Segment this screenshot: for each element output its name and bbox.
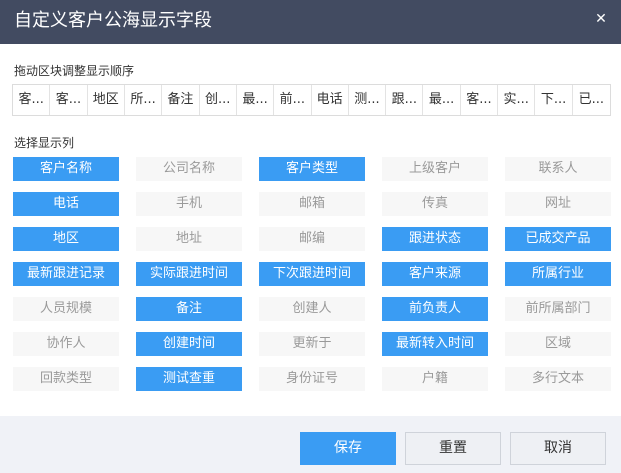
field-toggle[interactable]: 最新跟进记录 xyxy=(13,262,119,286)
order-item[interactable]: 最... xyxy=(423,85,461,115)
field-toggle[interactable]: 人员规模 xyxy=(13,297,119,321)
order-item[interactable]: 所... xyxy=(125,85,163,115)
field-toggle[interactable]: 公司名称 xyxy=(136,157,242,181)
field-toggle[interactable]: 已成交产品 xyxy=(505,227,611,251)
order-item[interactable]: 创... xyxy=(200,85,237,115)
field-toggle[interactable]: 网址 xyxy=(505,192,611,216)
field-toggle[interactable]: 手机 xyxy=(136,192,242,216)
field-toggle[interactable]: 最新转入时间 xyxy=(382,332,488,356)
field-toggle[interactable]: 测试查重 xyxy=(136,367,242,391)
field-toggle[interactable]: 跟进状态 xyxy=(382,227,488,251)
fields-section-label: 选择显示列 xyxy=(14,136,75,150)
order-item[interactable]: 客... xyxy=(461,85,499,115)
field-toggle[interactable]: 回款类型 xyxy=(13,367,119,391)
dialog-title: 自定义客户公海显示字段 xyxy=(14,10,212,31)
order-item[interactable]: 已... xyxy=(573,85,610,115)
order-item[interactable]: 实... xyxy=(498,85,536,115)
field-toggle[interactable]: 联系人 xyxy=(505,157,611,181)
field-toggle[interactable]: 地区 xyxy=(13,227,119,251)
field-toggle[interactable]: 客户类型 xyxy=(259,157,365,181)
field-toggle[interactable]: 多行文本 xyxy=(505,367,611,391)
field-toggle[interactable]: 下次跟进时间 xyxy=(259,262,365,286)
field-toggle[interactable]: 客户来源 xyxy=(382,262,488,286)
order-item[interactable]: 测... xyxy=(349,85,387,115)
field-toggle[interactable]: 上级客户 xyxy=(382,157,488,181)
field-toggle[interactable]: 创建时间 xyxy=(136,332,242,356)
order-item[interactable]: 备注 xyxy=(162,85,200,115)
order-item[interactable]: 跟... xyxy=(386,85,424,115)
order-item[interactable]: 最... xyxy=(237,85,275,115)
field-toggle[interactable]: 户籍 xyxy=(382,367,488,391)
order-item[interactable]: 客... xyxy=(50,85,88,115)
dialog-titlebar: 自定义客户公海显示字段 ✕ xyxy=(0,0,621,44)
field-toggle[interactable]: 协作人 xyxy=(13,332,119,356)
order-item[interactable]: 下... xyxy=(535,85,573,115)
field-toggle[interactable]: 创建人 xyxy=(259,297,365,321)
cancel-button[interactable]: 取消 xyxy=(510,432,606,465)
order-item[interactable]: 电话 xyxy=(312,85,349,115)
order-bar: 客... 客... 地区 所... 备注 创... 最... 前... 电话 测... 跟... 最.… xyxy=(12,84,611,116)
save-button[interactable]: 保存 xyxy=(300,432,396,465)
dialog-footer: 保存 重置 取消 xyxy=(0,416,621,473)
order-item[interactable]: 地区 xyxy=(88,85,125,115)
order-item[interactable]: 前... xyxy=(274,85,312,115)
field-toggle[interactable]: 实际跟进时间 xyxy=(136,262,242,286)
field-toggle[interactable]: 备注 xyxy=(136,297,242,321)
order-item[interactable]: 客... xyxy=(13,85,51,115)
field-toggle[interactable]: 身份证号 xyxy=(259,367,365,391)
order-section-label: 拖动区块调整显示顺序 xyxy=(14,64,135,78)
field-toggle[interactable]: 所属行业 xyxy=(505,262,611,286)
field-toggle[interactable]: 邮箱 xyxy=(259,192,365,216)
field-toggle[interactable]: 邮编 xyxy=(259,227,365,251)
field-toggle[interactable]: 客户名称 xyxy=(13,157,119,181)
field-toggle[interactable]: 传真 xyxy=(382,192,488,216)
field-grid: 客户名称 公司名称 客户类型 上级客户 联系人电话 手机 邮箱 传真 网址地区 地址 邮编 跟进状态已… xyxy=(13,157,611,391)
field-toggle[interactable]: 电话 xyxy=(13,192,119,216)
reset-button[interactable]: 重置 xyxy=(405,432,501,465)
field-toggle[interactable]: 前负责人 xyxy=(382,297,488,321)
field-toggle[interactable]: 区域 xyxy=(505,332,611,356)
close-icon[interactable]: ✕ xyxy=(591,9,611,29)
customize-fields-dialog: 自定义客户公海显示字段 ✕ 拖动区块调整显示顺序 客... 客... 地区 所... 备… xyxy=(0,0,621,473)
field-toggle[interactable]: 前所属部门 xyxy=(505,297,611,321)
field-toggle[interactable]: 更新于 xyxy=(259,332,365,356)
field-toggle[interactable]: 地址 xyxy=(136,227,242,251)
